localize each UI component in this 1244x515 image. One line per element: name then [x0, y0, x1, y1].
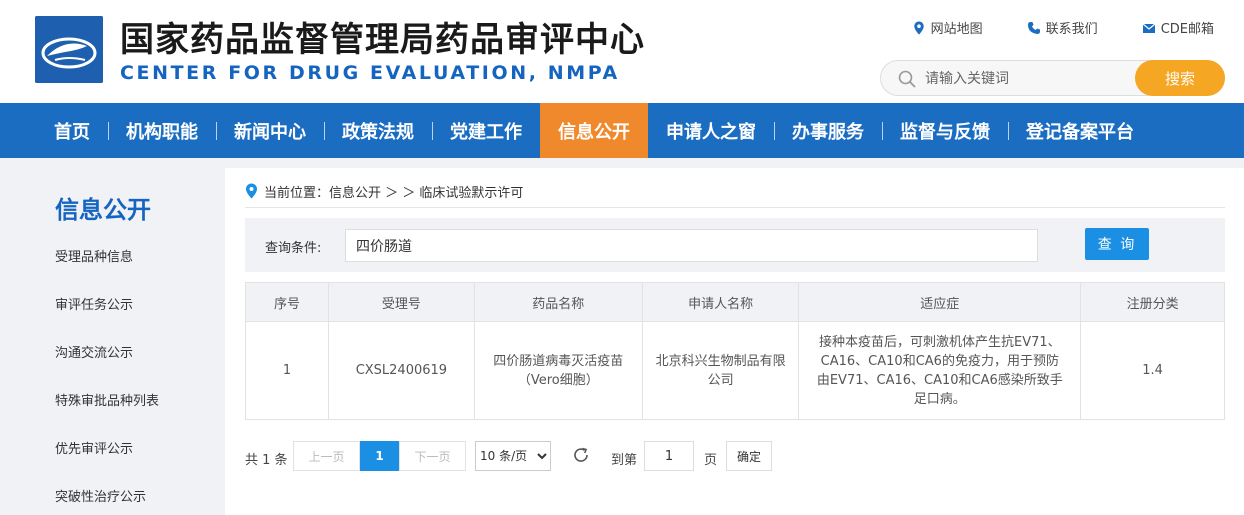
pager-page-unit: 页	[704, 453, 718, 468]
nav-item-party[interactable]: 党建工作	[432, 103, 540, 158]
header-drug-name: 药品名称	[473, 282, 643, 322]
pagination: 共 1 条 上一页 1 下一页 10 条/页 到第 页 确定	[245, 441, 1225, 471]
page-size-select[interactable]: 10 条/页	[475, 441, 551, 471]
nav-item-home[interactable]: 首页	[36, 103, 108, 158]
logo-emblem-icon	[35, 16, 103, 83]
top-link-mail-label: CDE邮箱	[1160, 22, 1214, 37]
top-link-sitemap[interactable]: 网站地图	[912, 18, 983, 37]
sidebar-item-priority-review[interactable]: 优先审评公示	[55, 438, 133, 457]
query-button[interactable]: 查 询	[1085, 228, 1149, 260]
cell-acceptance-no: CXSL2400619	[327, 321, 475, 420]
cell-index: 1	[245, 321, 329, 420]
site-title-en: CENTER FOR DRUG EVALUATION, NMPA	[120, 62, 620, 84]
search-icon	[898, 70, 916, 88]
sidebar-item-communication[interactable]: 沟通交流公示	[55, 342, 133, 361]
pager-goto-input[interactable]	[644, 441, 694, 471]
header-applicant: 申请人名称	[641, 282, 800, 322]
nav-item-services[interactable]: 办事服务	[774, 103, 882, 158]
sidebar-item-review-tasks[interactable]: 审评任务公示	[55, 294, 133, 313]
nav-item-policy[interactable]: 政策法规	[324, 103, 432, 158]
top-link-contact[interactable]: 联系我们	[1027, 18, 1098, 37]
header-category: 注册分类	[1080, 282, 1225, 322]
pager-next-button[interactable]: 下一页	[399, 441, 466, 471]
table-header-row: 序号 受理号 药品名称 申请人名称 适应症 注册分类	[245, 282, 1225, 322]
query-input[interactable]	[345, 229, 1038, 262]
cell-drug-name: 四价肠道病毒灭活疫苗（Vero细胞）	[473, 321, 643, 420]
site-header: 国家药品监督管理局药品审评中心 CENTER FOR DRUG EVALUATI…	[0, 0, 1244, 103]
header-index: 序号	[245, 282, 329, 322]
sidebar-item-breakthrough[interactable]: 突破性治疗公示	[55, 486, 146, 505]
location-pin-icon	[246, 183, 257, 199]
cell-applicant: 北京科兴生物制品有限公司	[641, 321, 800, 420]
mail-icon	[1142, 23, 1156, 33]
nav-item-info-disclosure[interactable]: 信息公开	[540, 103, 648, 158]
breadcrumb-text: 当前位置：信息公开 ＞ ＞ 临床试验默示许可	[264, 186, 524, 201]
search-input[interactable]	[925, 67, 1125, 91]
sidebar: 信息公开 受理品种信息 审评任务公示 沟通交流公示 特殊审批品种列表 优先审评公…	[35, 168, 225, 515]
table-row: 1 CXSL2400619 四价肠道病毒灭活疫苗（Vero细胞） 北京科兴生物制…	[245, 321, 1225, 420]
sidebar-item-special-approval[interactable]: 特殊审批品种列表	[55, 390, 159, 409]
results-table: 序号 受理号 药品名称 申请人名称 适应症 注册分类 1 CXSL2400619…	[245, 282, 1225, 420]
search-button[interactable]: 搜索	[1135, 60, 1225, 96]
breadcrumb: 当前位置：信息公开 ＞ ＞ 临床试验默示许可	[245, 182, 1225, 208]
site-title-cn: 国家药品监督管理局药品审评中心	[120, 20, 645, 60]
sidebar-item-accepted-varieties[interactable]: 受理品种信息	[55, 246, 133, 265]
pager-prev-button[interactable]: 上一页	[293, 441, 360, 471]
site-search: 搜索	[880, 60, 1225, 96]
nav-item-news[interactable]: 新闻中心	[216, 103, 324, 158]
pager-total: 共 1 条	[245, 453, 288, 468]
top-link-sitemap-label: 网站地图	[930, 22, 983, 37]
top-link-contact-label: 联系我们	[1045, 22, 1098, 37]
location-pin-icon	[913, 21, 924, 34]
site-logo[interactable]	[35, 16, 103, 83]
nav-item-registration[interactable]: 登记备案平台	[1008, 103, 1152, 158]
phone-icon	[1027, 21, 1040, 34]
top-link-mail[interactable]: CDE邮箱	[1142, 18, 1214, 37]
sidebar-title: 信息公开	[55, 196, 151, 224]
top-links: 网站地图 联系我们 CDE邮箱	[912, 18, 1214, 37]
nav-item-functions[interactable]: 机构职能	[108, 103, 216, 158]
pager-page-1[interactable]: 1	[360, 441, 399, 471]
refresh-icon[interactable]	[572, 446, 590, 464]
main-content: 当前位置：信息公开 ＞ ＞ 临床试验默示许可 查询条件: 查 询 序号 受理号 …	[225, 168, 1244, 515]
cell-indication: 接种本疫苗后，可刺激机体产生抗EV71、CA16、CA10和CA6的免疫力，用于…	[798, 321, 1082, 420]
main-nav: 首页 机构职能 新闻中心 政策法规 党建工作 信息公开 申请人之窗 办事服务 监…	[0, 103, 1244, 158]
query-bar: 查询条件: 查 询	[245, 218, 1225, 272]
pager-confirm-button[interactable]: 确定	[726, 441, 772, 471]
nav-item-feedback[interactable]: 监督与反馈	[882, 103, 1008, 158]
cell-category: 1.4	[1080, 321, 1225, 420]
query-label: 查询条件:	[265, 241, 322, 256]
header-acceptance-no: 受理号	[327, 282, 475, 322]
pager-goto-label: 到第	[611, 453, 638, 468]
nav-item-applicant[interactable]: 申请人之窗	[648, 103, 774, 158]
header-indication: 适应症	[798, 282, 1082, 322]
